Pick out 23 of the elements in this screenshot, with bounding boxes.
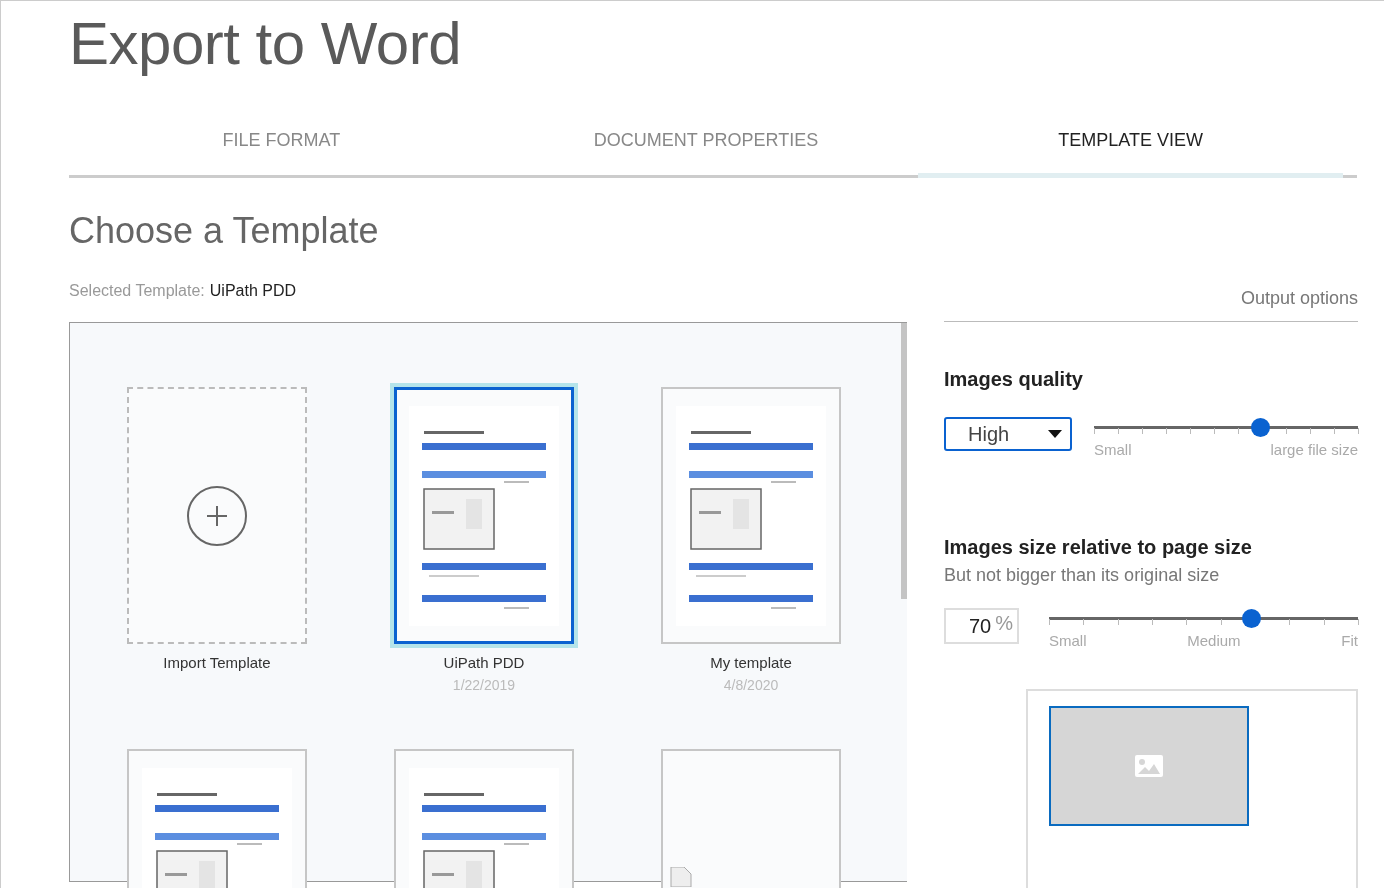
slider-label: Fit: [1341, 632, 1358, 649]
size-input-field[interactable]: 70 %: [944, 608, 1019, 644]
setting-subtitle: But not bigger than its original size: [944, 565, 1221, 586]
tab[interactable]: FILE FORMAT: [69, 107, 494, 178]
slider-label: Medium: [1187, 632, 1241, 649]
selected-template-value: UiPath PDD: [209, 282, 297, 300]
output-options-heading: Output options: [944, 282, 1358, 322]
section-title: Choose a Template: [69, 210, 380, 252]
setting-title: Images quality: [944, 368, 1084, 391]
tab[interactable]: DOCUMENT PROPERTIES: [493, 107, 919, 178]
tab[interactable]: TEMPLATE VIEW: [918, 107, 1343, 178]
template-name: Import Template: [163, 654, 271, 671]
template-date: 4/8/2020: [723, 677, 779, 693]
slider-label: Small: [1049, 632, 1087, 649]
slider-label: Small: [1094, 441, 1132, 458]
slider-label: large file size: [1270, 441, 1358, 458]
page-title: Export to Word: [69, 9, 463, 79]
quality-dropdown[interactable]: High: [944, 417, 1072, 451]
template-date: 1/22/2019: [452, 677, 516, 693]
setting-title: Images size relative to page size: [944, 536, 1253, 559]
selected-template-label: Selected Template:: [69, 282, 205, 300]
template-name: UiPath PDD: [443, 654, 525, 671]
template-name: My template: [710, 654, 792, 671]
